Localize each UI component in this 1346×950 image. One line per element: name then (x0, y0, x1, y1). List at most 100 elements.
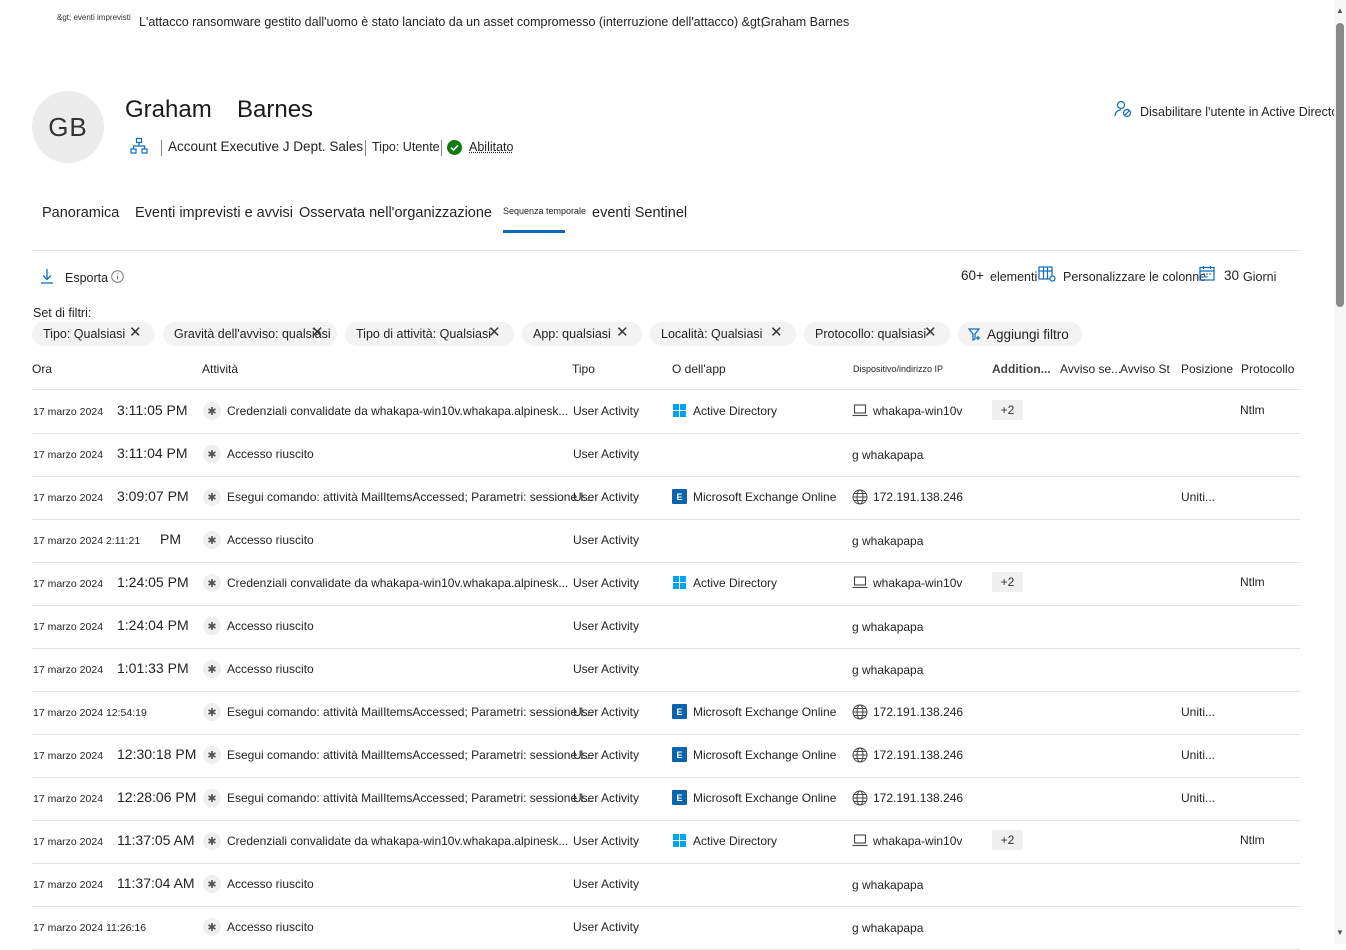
tab-timeline[interactable]: Sequenza temporale (503, 206, 586, 216)
tab-sentinel-events[interactable]: eventi Sentinel (592, 205, 687, 221)
column-header-app[interactable]: O dell'app (672, 362, 726, 376)
customize-columns-icon[interactable] (1038, 266, 1056, 287)
row-activity[interactable]: Accesso riuscito (227, 877, 314, 891)
column-header-device-ip[interactable]: Dispositivo/indirizzo IP (853, 364, 943, 374)
table-row[interactable]: 17 marzo 2024 12:54:19 ✱ Esegui comando: a… (32, 691, 1300, 735)
scrollbar[interactable]: ▲ ▼ (1334, 0, 1346, 944)
column-header-activity[interactable]: Attività (202, 362, 238, 376)
breadcrumb-incident-link[interactable]: L'attacco ransomware gestito dall'uomo è… (139, 15, 764, 29)
table-row[interactable]: 17 marzo 2024 12:30:18 PM ✱ Esegui comando:… (32, 734, 1300, 778)
row-protocol: Ntlm (1240, 403, 1265, 417)
row-activity[interactable]: Credenziali convalidate da whakapa-win10… (227, 576, 568, 590)
column-header-alert-status[interactable]: Avviso St (1120, 362, 1170, 376)
row-ip-link[interactable]: 172.191.138.246 (873, 705, 963, 719)
row-activity[interactable]: Esegui comando: attività MailItemsAccess… (227, 490, 593, 504)
filter-pill-location[interactable]: Località: Qualsiasi ✕ (650, 322, 796, 346)
additional-badge[interactable]: +2 (992, 830, 1023, 850)
column-header-alert-severity[interactable]: Avviso se... (1060, 362, 1121, 376)
row-account: g whakapapa (852, 534, 924, 548)
table-row[interactable]: 17 marzo 2024 11:26:16 ✱ Accesso riuscito U… (32, 906, 1300, 950)
table-row[interactable]: 17 marzo 2024 11:37:05 AM ✱ Credenziali con… (32, 820, 1300, 864)
remove-filter-icon[interactable]: ✕ (616, 325, 629, 341)
row-type: User Activity (573, 791, 640, 805)
table-row[interactable]: 17 marzo 2024 1:24:05 PM ✱ Credenziali conv… (32, 562, 1300, 606)
row-app: Microsoft Exchange Online (693, 705, 837, 719)
column-header-protocol[interactable]: Protocollo (1241, 362, 1294, 376)
days-label[interactable]: Giorni (1243, 270, 1276, 284)
laptop-icon (852, 404, 868, 422)
scroll-up-icon[interactable]: ▲ (1336, 6, 1344, 15)
row-activity[interactable]: Accesso riuscito (227, 920, 314, 934)
row-activity[interactable]: Accesso riuscito (227, 447, 314, 461)
additional-badge[interactable]: +2 (992, 572, 1023, 592)
user-status[interactable]: Abilitato (469, 140, 513, 154)
additional-badge[interactable]: +2 (992, 400, 1023, 420)
filter-pill-type[interactable]: Tipo: Qualsiasi ✕ (32, 322, 155, 346)
table-row[interactable]: 17 marzo 2024 3:11:04 PM ✱ Accesso riuscito… (32, 433, 1300, 477)
column-header-location[interactable]: Posizione (1181, 362, 1233, 376)
org-chart-icon[interactable] (130, 137, 148, 160)
windows-icon (673, 404, 686, 417)
row-app: Microsoft Exchange Online (693, 791, 837, 805)
remove-filter-icon[interactable]: ✕ (129, 325, 142, 341)
download-icon[interactable] (40, 268, 54, 289)
days-value[interactable]: 30 (1224, 268, 1239, 283)
row-account: g whakapapa (852, 448, 924, 462)
filter-pill-protocol[interactable]: Protocollo: qualsiasi ✕ (804, 322, 950, 346)
column-header-additional[interactable]: Addition... (992, 362, 1051, 376)
row-date: 17 marzo 2024 (33, 406, 104, 418)
calendar-icon[interactable] (1199, 265, 1215, 286)
row-activity[interactable]: Esegui comando: attività MailItemsAccess… (227, 748, 593, 762)
row-date: 17 marzo 2024 2:11:21 (33, 535, 141, 547)
column-header-time[interactable]: Ora (32, 362, 52, 376)
column-header-type[interactable]: Tipo (572, 362, 595, 376)
table-row[interactable]: 17 marzo 2024 1:01:33 PM ✱ Accesso riuscito… (32, 648, 1300, 692)
info-icon[interactable] (111, 270, 124, 288)
table-row[interactable]: 17 marzo 2024 12:28:06 PM ✱ Esegui comando:… (32, 777, 1300, 821)
row-date: 17 marzo 2024 11:26:16 (33, 922, 147, 934)
scrollbar-thumb[interactable] (1336, 23, 1344, 307)
row-type: User Activity (573, 705, 640, 719)
table-row[interactable]: 17 marzo 2024 2:11:21 PM ✱ Accesso riuscito… (32, 519, 1300, 563)
filter-pill-alert-severity[interactable]: Gravità dell'avviso: qualsiasi ✕ (163, 322, 337, 346)
row-device-link[interactable]: whakapa-win10v (873, 404, 962, 418)
row-activity[interactable]: Credenziali convalidate da whakapa-win10… (227, 404, 568, 418)
remove-filter-icon[interactable]: ✕ (924, 325, 937, 341)
customize-columns-button[interactable]: Personalizzare le colonne (1063, 270, 1206, 284)
globe-icon (852, 790, 868, 811)
row-ip-link[interactable]: 172.191.138.246 (873, 748, 963, 762)
table-row[interactable]: 17 marzo 2024 3:11:05 PM ✱ Credenziali conv… (32, 390, 1300, 434)
remove-filter-icon[interactable]: ✕ (770, 325, 783, 341)
row-activity[interactable]: Accesso riuscito (227, 662, 314, 676)
breadcrumb-incidents-link[interactable]: &gt; eventi imprevisti (57, 13, 131, 22)
row-type: User Activity (573, 619, 640, 633)
remove-filter-icon[interactable]: ✕ (311, 325, 324, 341)
row-date: 17 marzo 2024 (33, 449, 104, 461)
table-row[interactable]: 17 marzo 2024 1:24:04 PM ✱ Accesso riuscito… (32, 605, 1300, 649)
filter-pill-activity-type[interactable]: Tipo di attività: Qualsiasi ✕ (345, 322, 514, 346)
row-activity[interactable]: Esegui comando: attività MailItemsAccess… (227, 791, 593, 805)
activity-icon: ✱ (203, 574, 221, 592)
table-row[interactable]: 17 marzo 2024 3:09:07 PM ✱ Esegui comando: … (32, 476, 1300, 520)
remove-filter-icon[interactable]: ✕ (488, 325, 501, 341)
export-button[interactable]: Esporta (65, 271, 108, 285)
row-activity[interactable]: Accesso riuscito (227, 619, 314, 633)
filter-pill-app[interactable]: App: qualsiasi ✕ (522, 322, 642, 346)
scroll-down-icon[interactable]: ▼ (1336, 928, 1344, 937)
row-date: 17 marzo 2024 (33, 836, 104, 848)
row-device-link[interactable]: whakapa-win10v (873, 834, 962, 848)
tab-observed-in-org[interactable]: Osservata nell'organizzazione (299, 205, 492, 221)
row-activity[interactable]: Credenziali convalidate da whakapa-win10… (227, 834, 568, 848)
row-activity[interactable]: Esegui comando: attività MailItemsAccess… (227, 705, 593, 719)
table-row[interactable]: 17 marzo 2024 11:37:04 AM ✱ Accesso riuscit… (32, 863, 1300, 907)
row-ip-link[interactable]: 172.191.138.246 (873, 490, 963, 504)
row-activity[interactable]: Accesso riuscito (227, 533, 314, 547)
activity-icon: ✱ (203, 531, 221, 549)
row-device-link[interactable]: whakapa-win10v (873, 576, 962, 590)
disable-user-button[interactable]: Disabilitare l'utente in Active Director… (1140, 105, 1346, 119)
tab-incidents-alerts[interactable]: Eventi imprevisti e avvisi (135, 205, 293, 221)
windows-icon (673, 834, 686, 847)
tab-overview[interactable]: Panoramica (42, 205, 119, 221)
add-filter-button[interactable]: Aggiungi filtro (958, 322, 1082, 346)
row-ip-link[interactable]: 172.191.138.246 (873, 791, 963, 805)
